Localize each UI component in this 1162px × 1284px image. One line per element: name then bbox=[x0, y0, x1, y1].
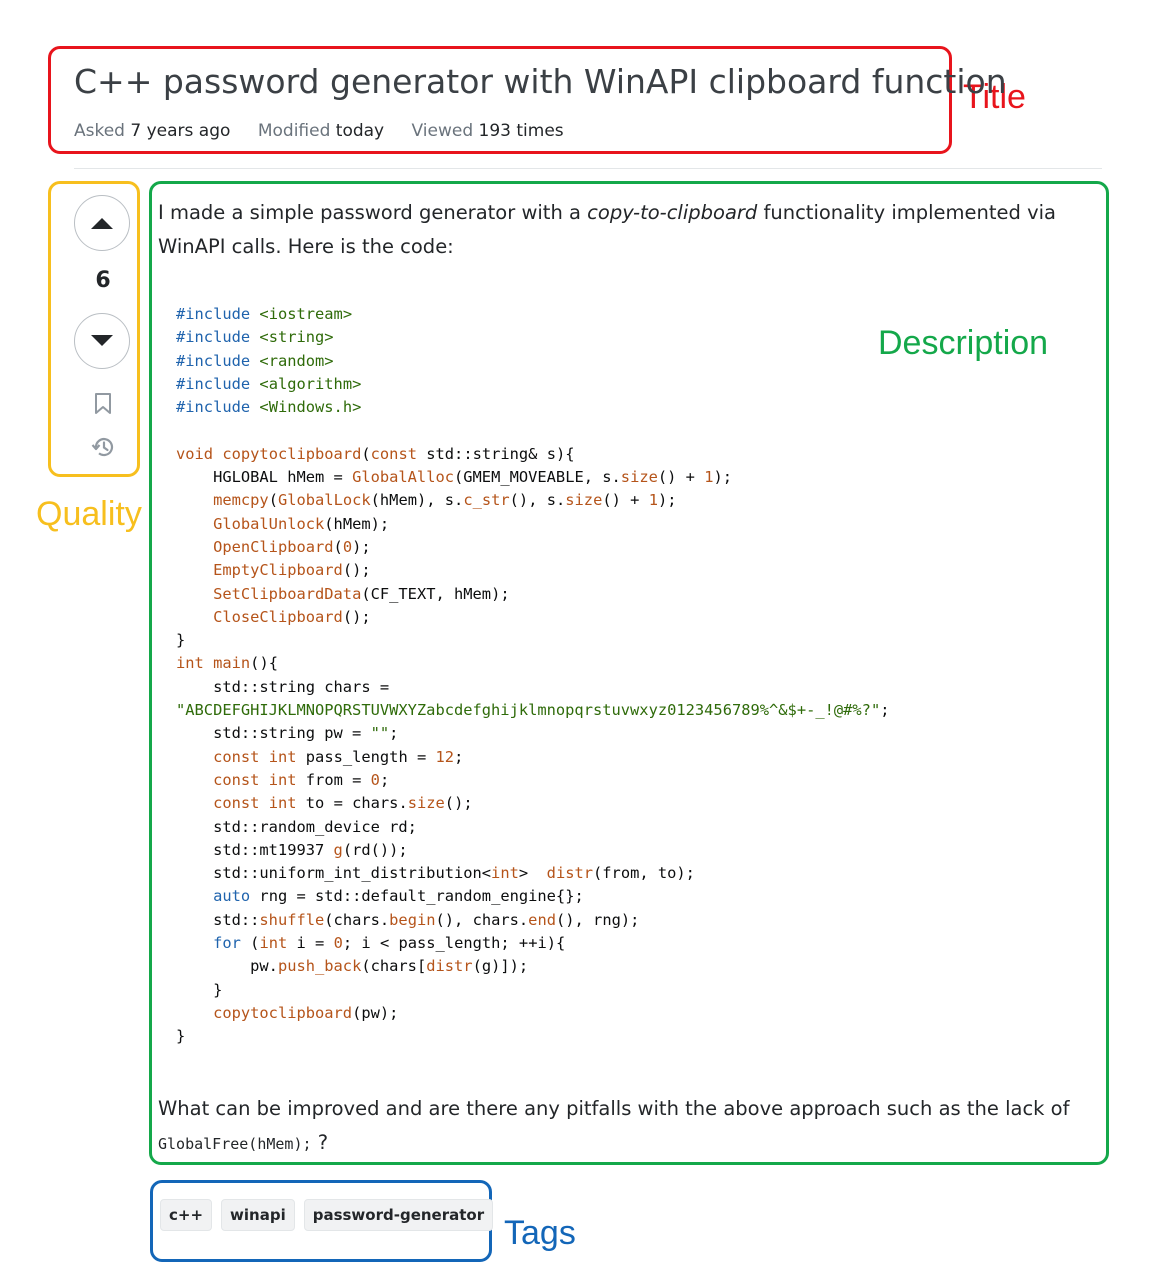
downvote-button[interactable] bbox=[74, 313, 130, 369]
viewed-label: Viewed bbox=[411, 121, 474, 141]
upvote-button[interactable] bbox=[74, 195, 130, 251]
intro-text-1: I made a simple password generator with … bbox=[158, 201, 588, 224]
quality-annotation-label: Quality bbox=[36, 495, 142, 533]
modified-label: Modified bbox=[257, 121, 331, 141]
vote-count: 6 bbox=[95, 268, 111, 293]
tags-annotation-label: Tags bbox=[504, 1214, 576, 1252]
history-button[interactable] bbox=[91, 434, 117, 464]
tag-list: c++ winapi password-generator bbox=[160, 1199, 494, 1231]
asked-value[interactable]: 7 years ago bbox=[130, 121, 230, 141]
question-title[interactable]: C++ password generator with WinAPI clipb… bbox=[74, 62, 1007, 101]
bookmark-icon bbox=[95, 393, 111, 414]
asked-label: Asked bbox=[74, 121, 125, 141]
code-block: #include <iostream> #include <string> #i… bbox=[176, 305, 890, 1046]
question-meta: Asked 7 years ago Modified today Viewed … bbox=[74, 121, 586, 141]
tag-winapi[interactable]: winapi bbox=[221, 1199, 295, 1231]
modified-value[interactable]: today bbox=[336, 121, 384, 141]
question-body-outro: What can be improved and are there any p… bbox=[158, 1092, 1088, 1161]
history-icon bbox=[91, 438, 114, 457]
header-divider bbox=[74, 168, 1102, 169]
tag-password-generator[interactable]: password-generator bbox=[303, 1199, 494, 1231]
tag-cpp[interactable]: c++ bbox=[160, 1199, 213, 1231]
bookmark-button[interactable] bbox=[93, 392, 113, 420]
outro-text-1: What can be improved and are there any p… bbox=[158, 1097, 1070, 1120]
outro-text-2: ? bbox=[311, 1131, 329, 1154]
intro-emphasis: copy-to-clipboard bbox=[587, 201, 758, 224]
caret-up-icon bbox=[91, 218, 113, 229]
description-annotation-label: Description bbox=[878, 324, 1049, 362]
caret-down-icon bbox=[91, 335, 113, 346]
inline-code: GlobalFree(hMem); bbox=[158, 1135, 312, 1153]
viewed-value: 193 times bbox=[478, 121, 564, 141]
question-body-intro: I made a simple password generator with … bbox=[158, 196, 1078, 264]
